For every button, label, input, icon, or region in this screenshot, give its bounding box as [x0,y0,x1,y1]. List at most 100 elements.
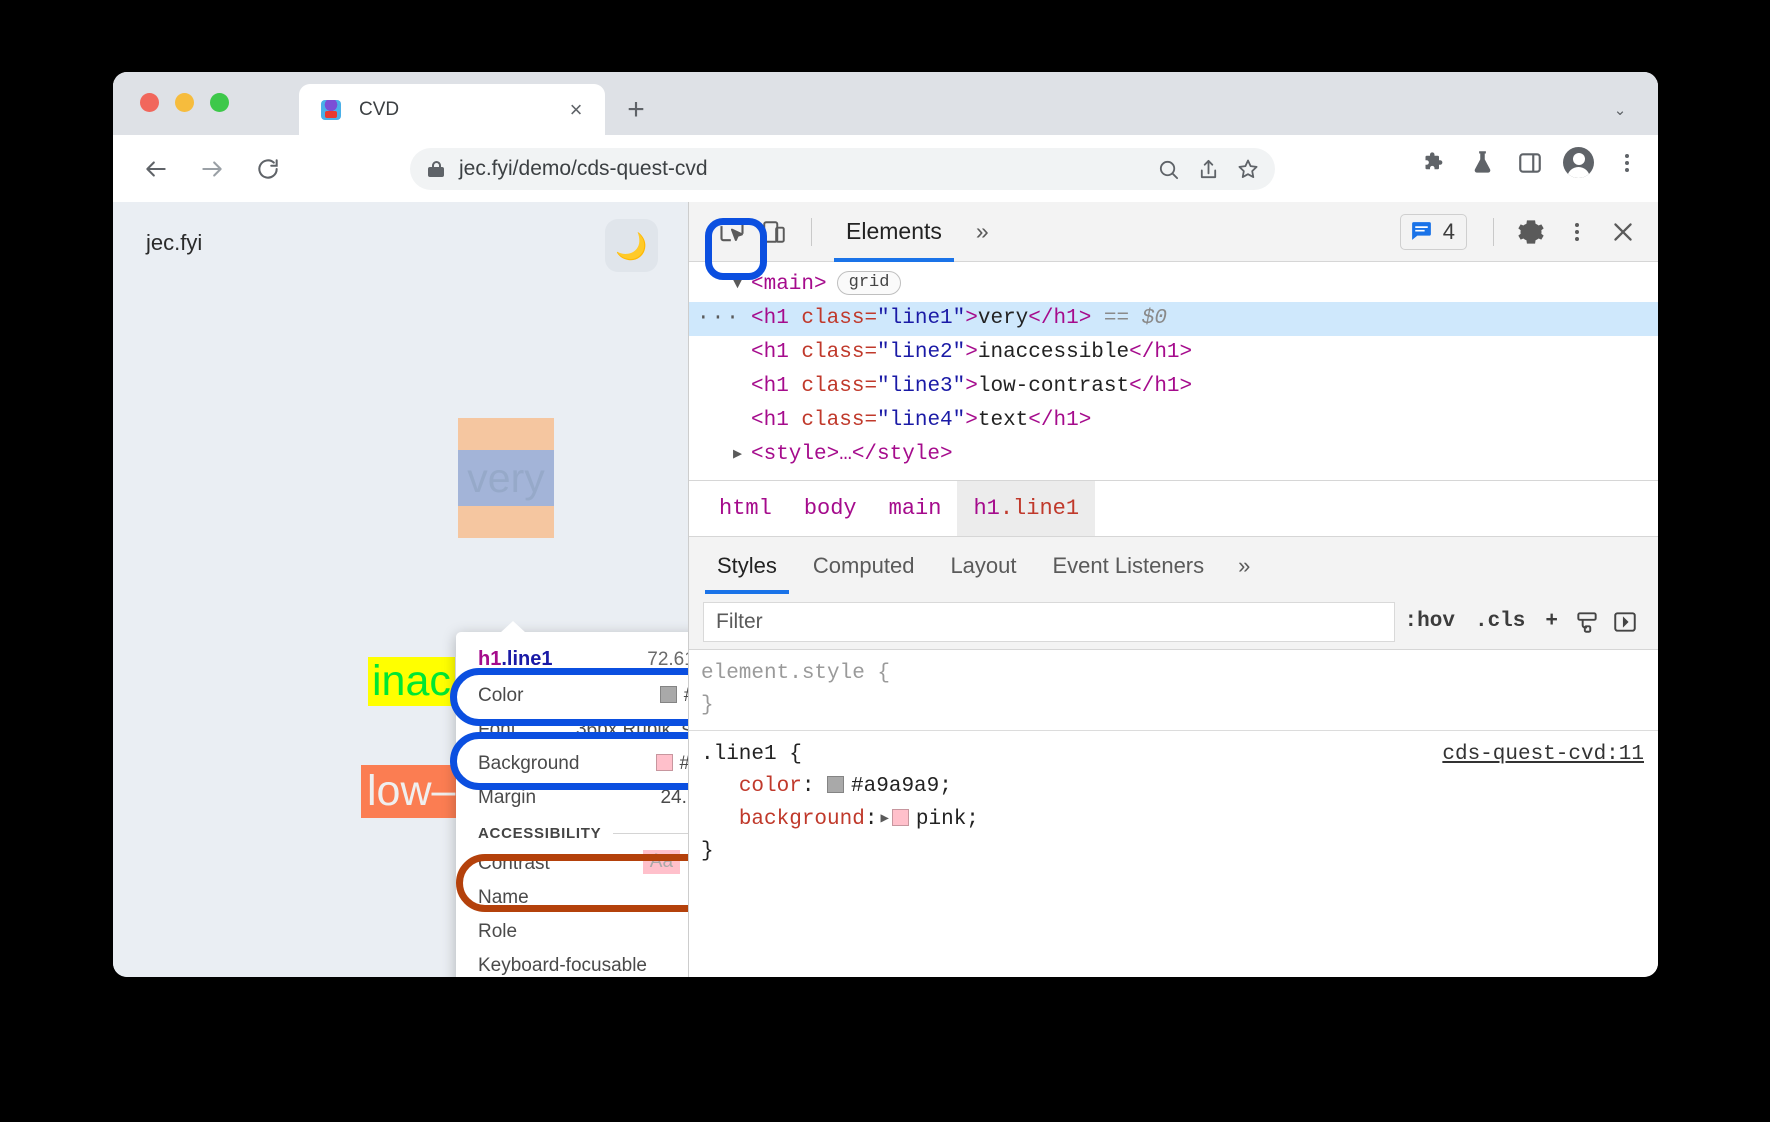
rule-element-style[interactable]: element.style { } [689,650,1658,730]
caret-collapsed-icon[interactable]: ▶ [880,803,888,835]
maximize-window-button[interactable] [210,93,229,112]
dark-mode-toggle-button[interactable]: 🌙 [605,219,658,272]
page-line-3[interactable]: low– [361,765,461,818]
close-icon[interactable]: × [561,95,591,125]
declaration-background[interactable]: background:▶pink; [701,803,1658,836]
tab-layout[interactable]: Layout [932,537,1034,594]
color-swatch-icon [660,686,677,703]
tooltip-selector: h1.line1 [478,648,552,671]
kebab-menu-icon[interactable] [1556,211,1598,253]
add-style-rule-button[interactable]: + [1535,610,1568,633]
devtools-tabs-more-icon[interactable]: » [960,218,1005,245]
tooltip-row-keyboard-focusable: Keyboard-focusable [456,949,688,977]
zoom-icon[interactable] [1155,156,1181,182]
tooltip-accessibility-title: ACCESSIBILITY [478,825,601,842]
tree-row-style[interactable]: ▶<style>…</style> [689,438,1658,472]
tree-row-0-dollar: $0 [1142,307,1167,330]
tooltip-accessibility-header: ACCESSIBILITY [456,815,688,846]
tab-event-listeners[interactable]: Event Listeners [1035,537,1223,594]
declaration-color-prop: color [739,775,802,798]
address-bar-url: jec.fyi/demo/cds-quest-cvd [459,157,708,181]
device-toolbar-icon[interactable] [753,211,795,253]
grid-badge[interactable]: grid [837,271,902,295]
caret-expanded-icon[interactable]: ▼ [733,268,742,302]
tooltip-row-role: Role heading [456,915,688,949]
chevron-down-icon[interactable]: ⌄ [1604,94,1636,126]
contrast-aa-sample: Aa [643,850,680,874]
caret-collapsed-icon[interactable]: ▶ [733,438,742,472]
page-line-2-text: inac [368,657,455,706]
page-line-2[interactable]: inac [368,657,455,706]
tree-row-1-eq: = [864,341,877,364]
declaration-color-value: #a9a9a9; [851,775,952,798]
breadcrumb-item-main[interactable]: main [873,481,958,536]
avatar[interactable] [1563,147,1594,178]
background-swatch-icon[interactable] [892,809,909,826]
lock-icon[interactable] [428,161,444,177]
new-style-rule-icon[interactable] [1568,603,1606,641]
page-viewport: jec.fyi 🌙 very inac low– [113,202,688,977]
gear-icon[interactable] [1510,211,1552,253]
table-row[interactable]: ···<h1 class="line1">very</h1> == $0 [689,302,1658,336]
tree-row-3-eq: = [864,409,877,432]
more-dots-icon[interactable]: ··· [697,302,741,336]
margin-highlight-top [458,418,554,450]
issues-chip[interactable]: 4 [1400,214,1467,250]
close-icon[interactable] [1602,211,1644,253]
content-area: jec.fyi 🌙 very inac low– [113,202,1658,977]
breadcrumb-item-h1-line1[interactable]: h1.line1 [957,481,1095,536]
close-window-button[interactable] [140,93,159,112]
search-input[interactable] [703,602,1395,642]
color-swatch-icon[interactable] [827,776,844,793]
tooltip-color-label: Color [478,685,523,707]
table-row[interactable]: <h1 class="line3">low-contrast</h1> [689,370,1658,404]
rule-line1[interactable]: .line1 { cds-quest-cvd:11 color: #a9a9a9… [689,730,1658,876]
breadcrumb-item-html[interactable]: html [703,481,788,536]
rule-source-link[interactable]: cds-quest-cvd:11 [1442,739,1644,771]
tooltip-contrast-label: Contrast [478,853,550,875]
hov-toggle-button[interactable]: :hov [1395,610,1465,633]
tree-row-2-val: "line3" [877,375,965,398]
minimize-window-button[interactable] [175,93,194,112]
toggle-sidebar-icon[interactable] [1606,603,1644,641]
tab-styles[interactable]: Styles [699,537,795,594]
kebab-menu-icon[interactable] [1612,148,1642,178]
breadcrumb-h1-class: .line1 [1000,496,1079,521]
extensions-puzzle-icon[interactable] [1419,148,1449,178]
tooltip-row-font: Font 36px Rubik, sans-serif [456,713,688,747]
tab-elements[interactable]: Elements [828,202,960,262]
issues-message-icon [1409,219,1434,244]
new-tab-button[interactable]: + [619,93,653,127]
styles-tabs-more-icon[interactable]: » [1222,553,1266,579]
bookmark-star-icon[interactable] [1235,156,1261,182]
back-icon[interactable] [135,148,177,190]
side-panel-icon[interactable] [1515,148,1545,178]
declaration-color[interactable]: color: #a9a9a9; [701,771,1658,803]
tree-row-2-attr: class [801,375,864,398]
browser-tab-cvd[interactable]: CVD × [299,84,605,135]
highlighted-element-line1[interactable]: very [458,418,554,538]
omnibox-toolbar: jec.fyi/demo/cds-quest-cvd [113,135,1658,202]
table-row[interactable]: <h1 class="line4">text</h1> [689,404,1658,438]
share-icon[interactable] [1195,156,1221,182]
forward-icon[interactable] [191,148,233,190]
inspect-element-icon[interactable] [711,211,753,253]
tooltip-margin-label: Margin [478,787,536,809]
declaration-background-prop: background [739,808,865,831]
tree-row-main[interactable]: ▼<main>grid [689,268,1658,302]
breadcrumb-item-body[interactable]: body [788,481,873,536]
experiments-flask-icon[interactable] [1467,148,1497,178]
breadcrumb: html body main h1.line1 [689,480,1658,536]
cls-toggle-button[interactable]: .cls [1465,610,1535,633]
table-row[interactable]: <h1 class="line2">inaccessible</h1> [689,336,1658,370]
tab-computed[interactable]: Computed [795,537,933,594]
tree-row-0-suffix: == [1091,307,1141,330]
tooltip-row-name: Name very [456,881,688,915]
tree-row-2-text: low-contrast [978,375,1129,398]
tree-row-1-gt: > [965,341,978,364]
tooltip-row-color: Color #A9A9A9 [456,679,688,713]
address-bar[interactable]: jec.fyi/demo/cds-quest-cvd [410,148,1275,190]
reload-icon[interactable] [247,148,289,190]
tooltip-arrow [500,621,526,633]
tree-row-1-val: "line2" [877,341,965,364]
